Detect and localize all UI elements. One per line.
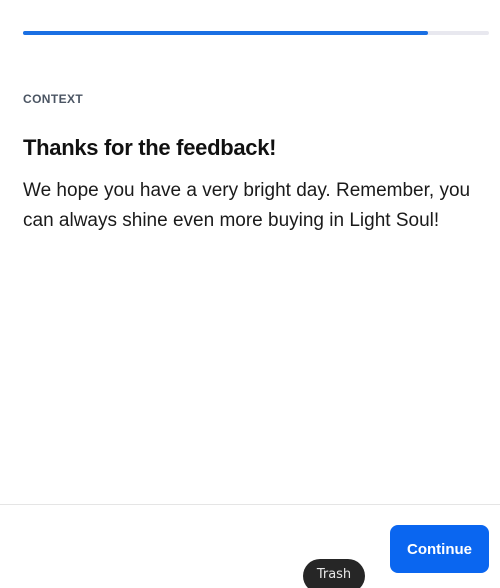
continue-button[interactable]: Continue — [390, 525, 489, 573]
body-text: We hope you have a very bright day. Reme… — [23, 180, 471, 231]
progress-bar-fill — [23, 31, 429, 35]
trash-button[interactable]: Trash — [303, 559, 365, 588]
progress-bar — [23, 31, 489, 35]
section-label: CONTEXT — [23, 92, 84, 106]
footer-divider — [0, 504, 500, 505]
survey-page: CONTEXT Thanks for the feedback! We hope… — [0, 0, 500, 588]
page-title: Thanks for the feedback! — [23, 135, 277, 160]
trash-label: Trash — [316, 567, 352, 582]
